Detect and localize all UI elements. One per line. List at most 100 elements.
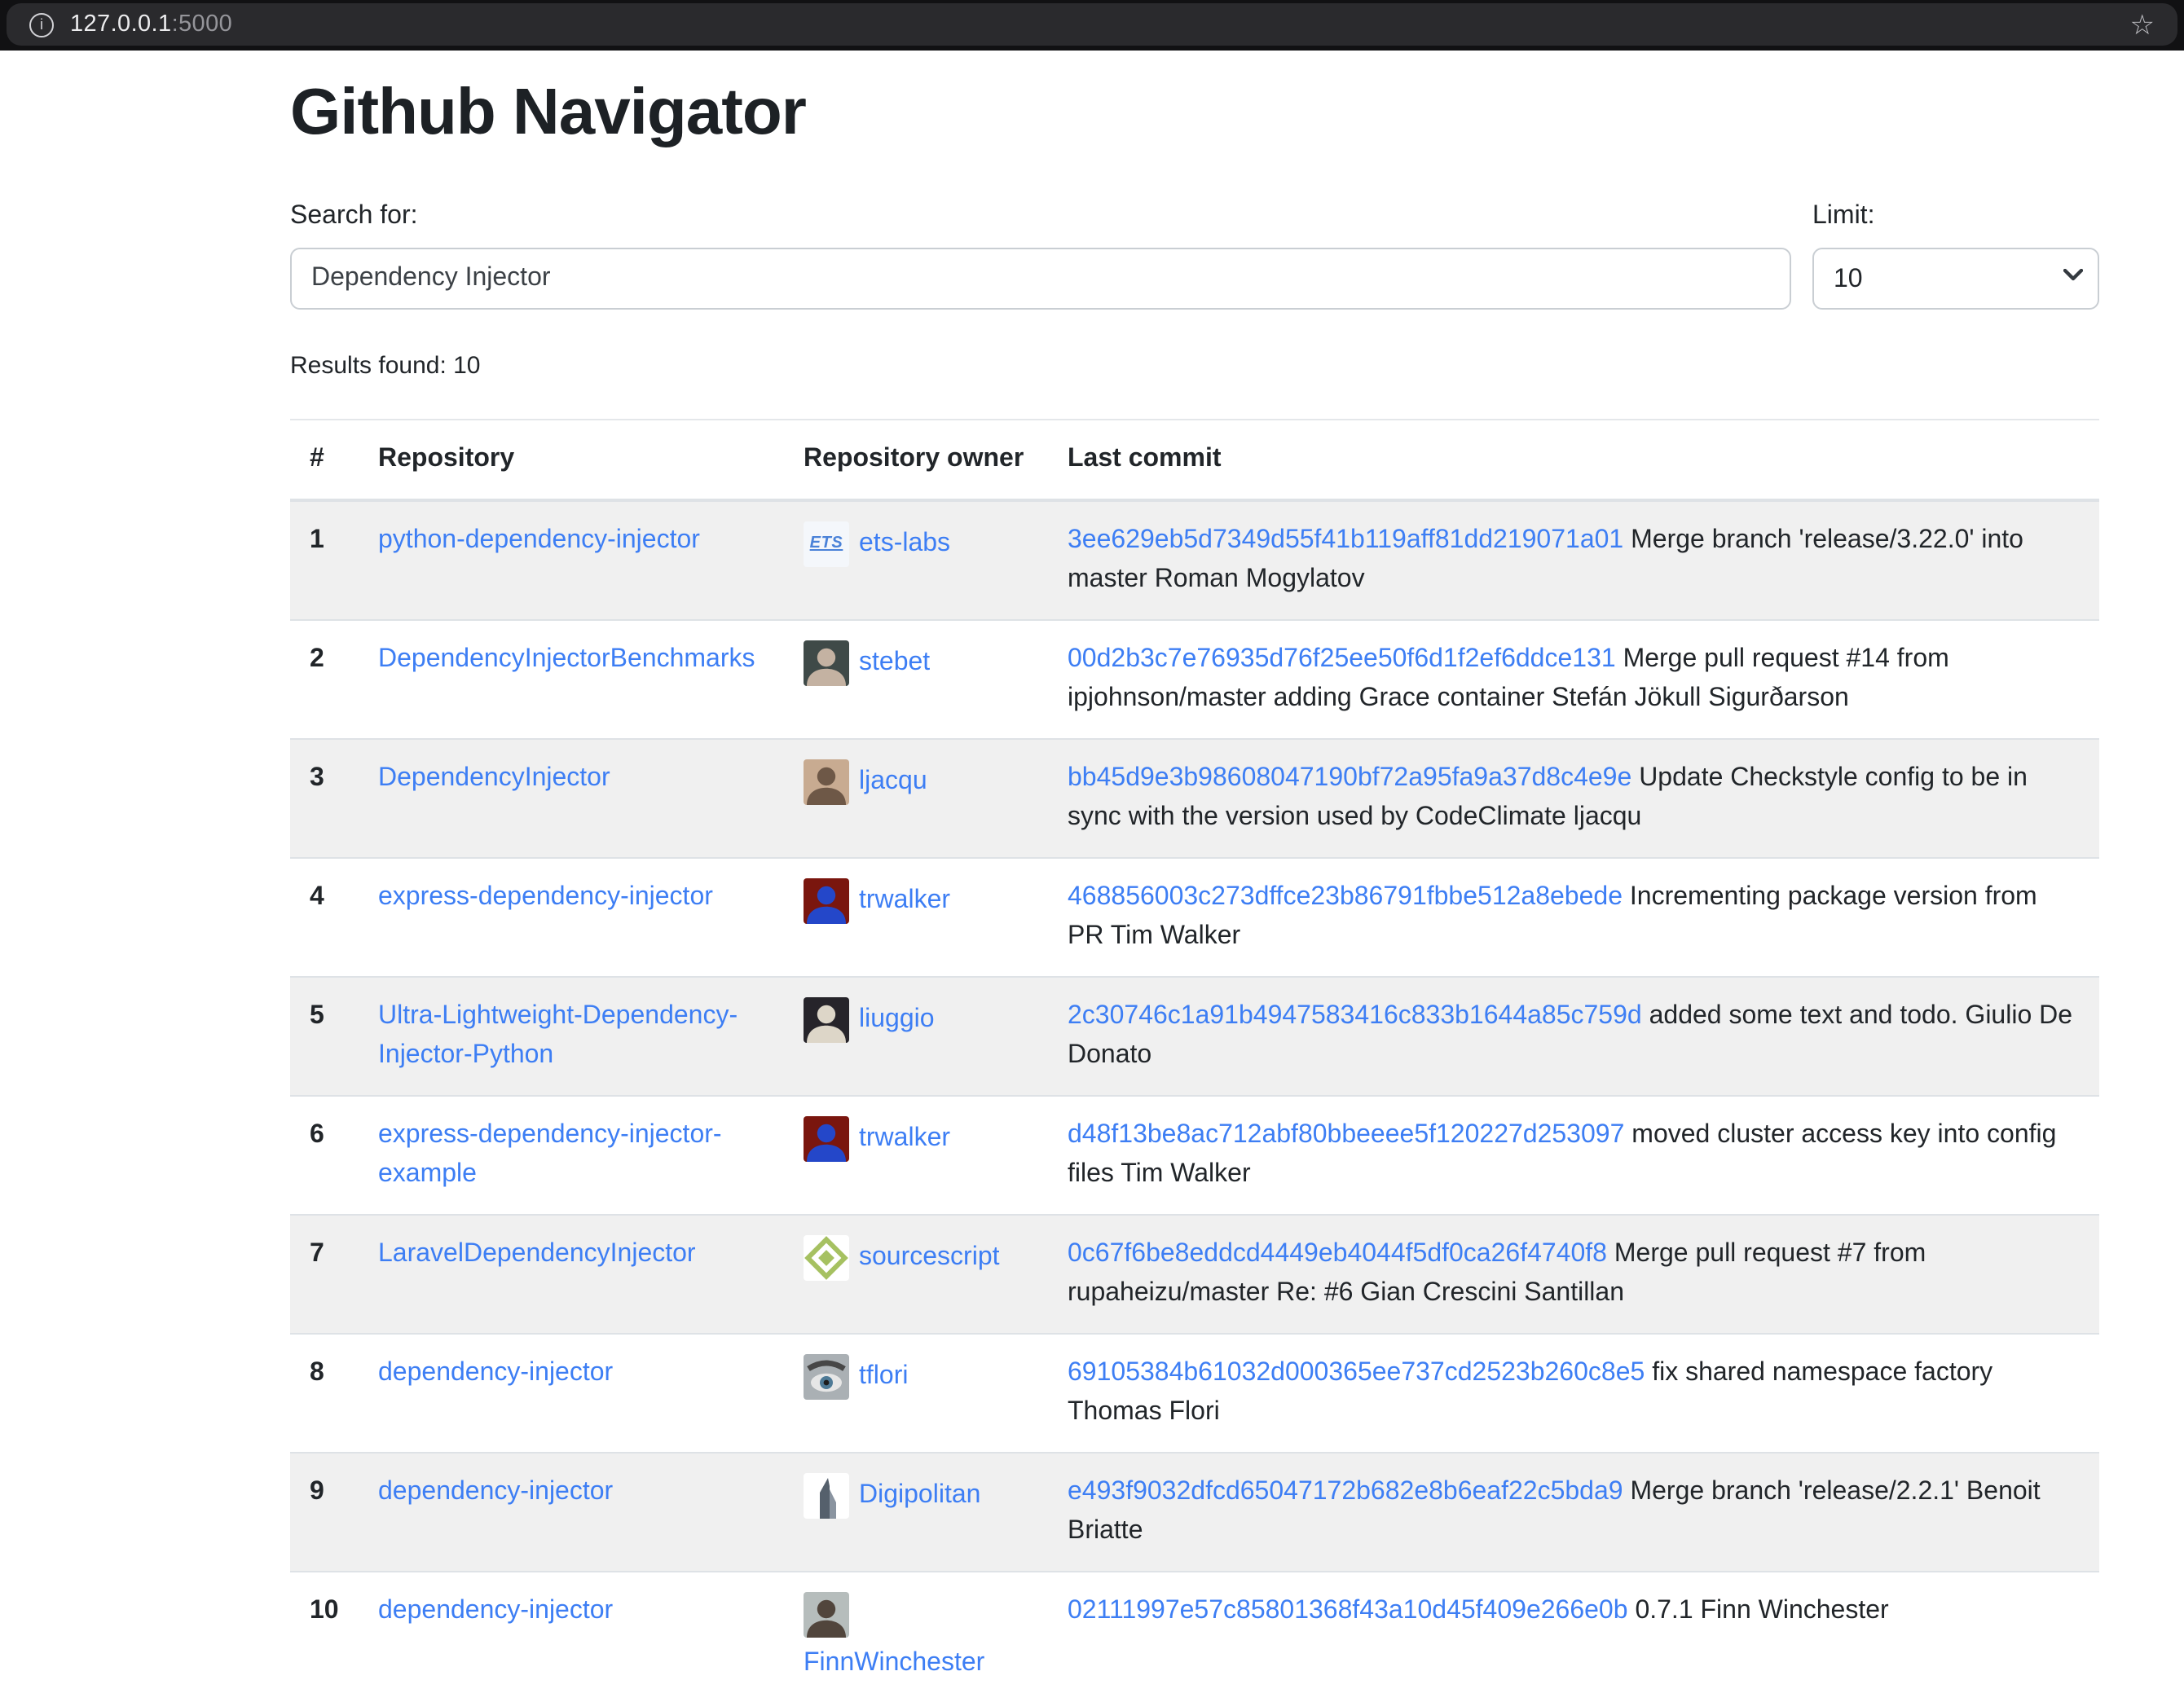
owner-link[interactable]: Digipolitan	[859, 1476, 980, 1515]
page-content: Github Navigator Search for: Limit: 10 R…	[290, 73, 2099, 1702]
table-row: 3 DependencyInjector ljacqu bb45d9e3b986…	[290, 738, 2099, 857]
column-header-last-commit: Last commit	[1048, 420, 2099, 499]
owner-cell: tflori	[804, 1353, 1028, 1399]
commit-cell: 3ee629eb5d7349d55f41b119aff81dd219071a01…	[1048, 499, 2099, 619]
commit-cell: 69105384b61032d000365ee737cd2523b260c8e5…	[1048, 1333, 2099, 1452]
table-row: 5 Ultra-Lightweight-Dependency-Injector-…	[290, 976, 2099, 1095]
row-number: 6	[290, 1095, 359, 1214]
owner-link[interactable]: trwalker	[859, 881, 950, 920]
commit-hash-link[interactable]: 02111997e57c85801368f43a10d45f409e266e0b	[1068, 1596, 1628, 1624]
column-header-index: #	[290, 420, 359, 499]
owner-link[interactable]: sourcescript	[859, 1238, 1000, 1277]
owner-link[interactable]: FinnWinchester	[804, 1643, 984, 1682]
url-text: 127.0.0.1:5000	[70, 11, 232, 37]
commit-cell: 00d2b3c7e76935d76f25ee50f6d1f2ef6ddce131…	[1048, 619, 2099, 738]
owner-link[interactable]: stebet	[859, 643, 930, 682]
owner-avatar	[804, 1234, 849, 1280]
row-number: 10	[290, 1571, 359, 1702]
commit-hash-link[interactable]: 00d2b3c7e76935d76f25ee50f6d1f2ef6ddce131	[1068, 644, 1616, 672]
commit-cell: 468856003c273dffce23b86791fbbe512a8ebede…	[1048, 857, 2099, 976]
table-row: 7 LaravelDependencyInjector sourcescript…	[290, 1214, 2099, 1333]
commit-hash-link[interactable]: e493f9032dfcd65047172b682e8b6eaf22c5bda9	[1068, 1477, 1623, 1505]
owner-cell: trwalker	[804, 877, 1028, 923]
repo-link[interactable]: LaravelDependencyInjector	[378, 1239, 696, 1267]
page-title: Github Navigator	[290, 73, 2099, 152]
commit-hash-link[interactable]: bb45d9e3b98608047190bf72a95fa9a37d8c4e9e	[1068, 763, 1631, 791]
owner-link[interactable]: liuggio	[859, 1000, 935, 1039]
owner-link[interactable]: trwalker	[859, 1119, 950, 1158]
column-header-owner: Repository owner	[784, 420, 1048, 499]
limit-label: Limit:	[1812, 197, 2099, 236]
table-row: 6 express-dependency-injector-example tr…	[290, 1095, 2099, 1214]
row-number: 5	[290, 976, 359, 1095]
table-row: 4 express-dependency-injector trwalker 4…	[290, 857, 2099, 976]
row-number: 3	[290, 738, 359, 857]
commit-hash-link[interactable]: 2c30746c1a91b4947583416c833b1644a85c759d	[1068, 1001, 1642, 1029]
table-row: 8 dependency-injector tflori 69105384b61…	[290, 1333, 2099, 1452]
results-count: Results found: 10	[290, 349, 2099, 385]
table-row: 9 dependency-injector Digipolitan e493f9…	[290, 1452, 2099, 1571]
browser-url-bar[interactable]: i 127.0.0.1:5000 ☆	[7, 3, 2177, 46]
repo-link[interactable]: DependencyInjector	[378, 763, 610, 791]
results-table: # Repository Repository owner Last commi…	[290, 420, 2099, 1702]
owner-avatar	[804, 1115, 849, 1161]
commit-hash-link[interactable]: d48f13be8ac712abf80bbeeee5f120227d253097	[1068, 1120, 1624, 1148]
commit-hash-link[interactable]: 3ee629eb5d7349d55f41b119aff81dd219071a01	[1068, 526, 1623, 553]
info-icon[interactable]: i	[29, 12, 54, 37]
owner-cell: Digipolitan	[804, 1472, 1028, 1518]
repo-link[interactable]: dependency-injector	[378, 1358, 613, 1386]
table-row: 1 python-dependency-injector ETS ets-lab…	[290, 499, 2099, 619]
owner-avatar	[804, 759, 849, 804]
owner-avatar	[804, 640, 849, 685]
commit-cell: d48f13be8ac712abf80bbeeee5f120227d253097…	[1048, 1095, 2099, 1214]
table-row: 10 dependency-injector FinnWinchester 02…	[290, 1571, 2099, 1702]
row-number: 9	[290, 1452, 359, 1571]
owner-avatar	[804, 877, 849, 923]
owner-cell: ljacqu	[804, 759, 1028, 804]
search-label: Search for:	[290, 197, 1791, 236]
commit-hash-link[interactable]: 69105384b61032d000365ee737cd2523b260c8e5	[1068, 1358, 1645, 1386]
table-header-row: # Repository Repository owner Last commi…	[290, 420, 2099, 499]
commit-cell: 2c30746c1a91b4947583416c833b1644a85c759d…	[1048, 976, 2099, 1095]
repo-link[interactable]: express-dependency-injector-example	[378, 1120, 722, 1187]
column-header-repository: Repository	[359, 420, 784, 499]
owner-cell: stebet	[804, 640, 1028, 685]
owner-avatar: ETS	[804, 521, 849, 566]
commit-cell: 02111997e57c85801368f43a10d45f409e266e0b…	[1048, 1571, 2099, 1702]
commit-cell: e493f9032dfcd65047172b682e8b6eaf22c5bda9…	[1048, 1452, 2099, 1571]
repo-link[interactable]: Ultra-Lightweight-Dependency-Injector-Py…	[378, 1001, 738, 1068]
star-icon[interactable]: ☆	[2130, 11, 2155, 38]
limit-select[interactable]: 10	[1812, 248, 2099, 310]
row-number: 7	[290, 1214, 359, 1333]
owner-link[interactable]: ets-labs	[859, 524, 950, 563]
commit-cell: 0c67f6be8eddcd4449eb4044f5df0ca26f4740f8…	[1048, 1214, 2099, 1333]
owner-cell: liuggio	[804, 996, 1028, 1042]
row-number: 1	[290, 499, 359, 619]
row-number: 2	[290, 619, 359, 738]
table-row: 2 DependencyInjectorBenchmarks stebet 00…	[290, 619, 2099, 738]
search-input[interactable]	[290, 248, 1791, 310]
owner-cell: sourcescript	[804, 1234, 1028, 1280]
owner-avatar	[804, 996, 849, 1042]
search-controls: Search for: Limit: 10	[290, 197, 2099, 310]
repo-link[interactable]: python-dependency-injector	[378, 526, 700, 553]
commit-hash-link[interactable]: 0c67f6be8eddcd4449eb4044f5df0ca26f4740f8	[1068, 1239, 1607, 1267]
repo-link[interactable]: dependency-injector	[378, 1477, 613, 1505]
commit-cell: bb45d9e3b98608047190bf72a95fa9a37d8c4e9e…	[1048, 738, 2099, 857]
commit-hash-link[interactable]: 468856003c273dffce23b86791fbbe512a8ebede	[1068, 882, 1623, 910]
commit-message: 0.7.1 Finn Winchester	[1635, 1596, 1888, 1624]
repo-link[interactable]: dependency-injector	[378, 1596, 613, 1624]
repo-link[interactable]: express-dependency-injector	[378, 882, 713, 910]
row-number: 4	[290, 857, 359, 976]
owner-avatar	[804, 1591, 849, 1637]
repo-link[interactable]: DependencyInjectorBenchmarks	[378, 644, 755, 672]
app: i 127.0.0.1:5000 ☆ Github Navigator Sear…	[0, 0, 2184, 1639]
owner-cell: FinnWinchester	[804, 1591, 1028, 1682]
browser-chrome: i 127.0.0.1:5000 ☆	[0, 0, 2184, 51]
owner-link[interactable]: ljacqu	[859, 762, 927, 801]
owner-cell: trwalker	[804, 1115, 1028, 1161]
owner-avatar	[804, 1472, 849, 1518]
owner-avatar	[804, 1353, 849, 1399]
owner-link[interactable]: tflori	[859, 1357, 908, 1396]
row-number: 8	[290, 1333, 359, 1452]
